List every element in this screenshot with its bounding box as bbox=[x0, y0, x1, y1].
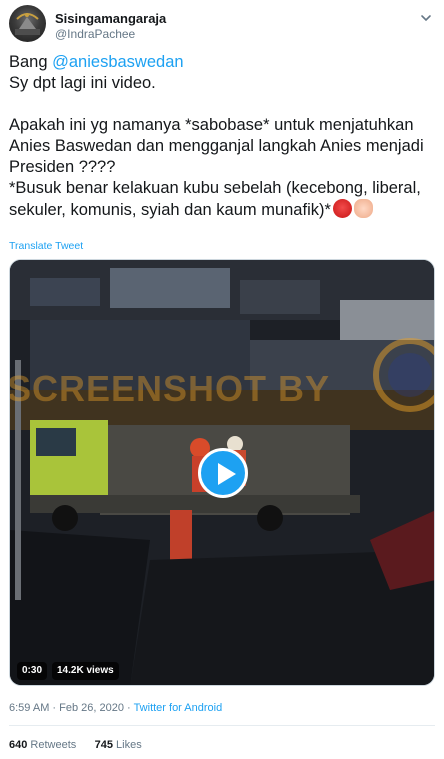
likes-label: Likes bbox=[112, 739, 142, 751]
tweet-line: Presiden ???? bbox=[9, 158, 116, 176]
angry-face-emoji-icon bbox=[332, 199, 352, 218]
translate-tweet-link[interactable]: Translate Tweet bbox=[9, 240, 83, 252]
tweet-line: sekuler, komunis, syiah dan kaum munafik… bbox=[9, 199, 435, 221]
raised-fist-emoji-icon bbox=[353, 199, 373, 218]
meta-separator: · bbox=[123, 702, 134, 714]
tweet-date[interactable]: Feb 26, 2020 bbox=[59, 702, 124, 714]
meta-separator: · bbox=[49, 702, 60, 714]
retweets-count: 640 bbox=[9, 739, 28, 751]
tweet-header: Sisingamangaraja @IndraPachee bbox=[9, 5, 435, 45]
likes-count: 745 bbox=[94, 739, 113, 751]
tweet-meta: 6:59 AM · Feb 26, 2020 · Twitter for And… bbox=[9, 702, 222, 714]
tweet-text-segment: sekuler, komunis, syiah dan kaum munafik… bbox=[9, 201, 331, 219]
divider bbox=[9, 725, 435, 726]
author-handle[interactable]: @IndraPachee bbox=[55, 27, 135, 41]
tweet-text-segment: Bang bbox=[9, 53, 53, 71]
mention-link[interactable]: @aniesbaswedan bbox=[52, 53, 183, 71]
chevron-down-icon[interactable] bbox=[419, 11, 433, 25]
tweet-text: Bang @aniesbaswedan Sy dpt lagi ini vide… bbox=[9, 52, 435, 221]
tweet-source-link[interactable]: Twitter for Android bbox=[134, 702, 223, 714]
watermark-text: SCREENSHOT BY bbox=[9, 368, 331, 409]
tweet-line: Anies Baswedan dan mengganjal langkah An… bbox=[9, 137, 424, 155]
avatar[interactable] bbox=[9, 5, 46, 42]
retweets-label: Retweets bbox=[27, 739, 77, 751]
tweet-line: Bang @aniesbaswedan bbox=[9, 52, 435, 73]
video-player[interactable]: SCREENSHOT BY 0:30 14.2K views bbox=[9, 259, 435, 686]
video-duration: 0:30 bbox=[17, 662, 48, 680]
avatar-emblem-icon bbox=[15, 13, 40, 35]
author-display-name[interactable]: Sisingamangaraja bbox=[55, 11, 166, 26]
video-views: 14.2K views bbox=[52, 662, 119, 680]
play-button[interactable] bbox=[198, 448, 248, 498]
tweet-line: *Busuk benar kelakuan kubu sebelah (kece… bbox=[9, 179, 421, 197]
tweet-time[interactable]: 6:59 AM bbox=[9, 702, 49, 714]
tweet-line: Apakah ini yg namanya *sabobase* untuk m… bbox=[9, 116, 414, 134]
likes-stat[interactable]: 745 Likes bbox=[95, 739, 142, 751]
tweet-stats: 640 Retweets 745 Likes bbox=[9, 739, 142, 751]
retweets-stat[interactable]: 640 Retweets bbox=[9, 739, 76, 751]
tweet-line: Sy dpt lagi ini video. bbox=[9, 74, 156, 92]
